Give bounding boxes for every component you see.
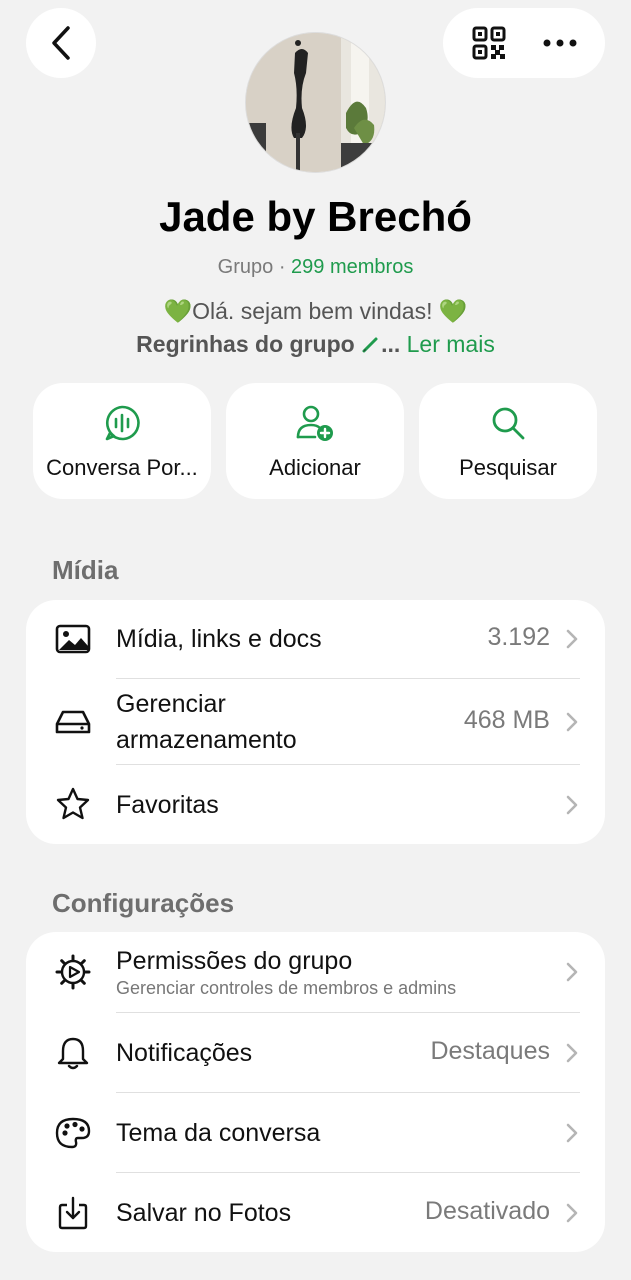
chevron-right-icon	[566, 962, 578, 982]
save-to-photos-value: Desativado	[424, 1197, 550, 1225]
mannequin-photo	[246, 33, 385, 172]
storage-icon	[55, 710, 91, 734]
download-icon	[58, 1196, 88, 1230]
chevron-right-icon	[566, 795, 578, 815]
group-rules-line: Regrinhas do grupo ... Ler mais	[0, 331, 631, 358]
header-actions	[443, 8, 605, 78]
rules-text: Regrinhas do grupo	[136, 331, 355, 357]
favorites-label: Favoritas	[116, 791, 219, 819]
members-link[interactable]: 299 membros	[291, 256, 413, 278]
chat-theme-label: Tema da conversa	[116, 1119, 321, 1147]
manage-storage-label: Gerenciar armazenamento	[116, 686, 297, 758]
search-label: Pesquisar	[459, 455, 557, 480]
media-count: 3.192	[487, 623, 550, 651]
notifications-value: Destaques	[430, 1037, 550, 1065]
add-member-button[interactable]: Adicionar	[226, 383, 404, 499]
gear-icon	[55, 954, 91, 990]
add-person-icon	[296, 405, 333, 441]
chevron-right-icon	[566, 1043, 578, 1063]
add-member-label: Adicionar	[269, 455, 361, 480]
group-permissions-sub: Gerenciar controles de membros e admins	[116, 978, 457, 998]
chevron-right-icon	[566, 712, 578, 732]
storage-size: 468 MB	[463, 706, 550, 734]
chevron-right-icon	[566, 629, 578, 649]
description-text: Olá. sejam bem vindas!	[192, 298, 439, 324]
read-more-link[interactable]: Ler mais	[407, 331, 495, 357]
search-button[interactable]: Pesquisar	[419, 383, 597, 499]
ellipsis-icon	[543, 39, 576, 47]
chevron-right-icon	[566, 1203, 578, 1223]
group-permissions-label: Permissões do grupo	[116, 947, 353, 975]
voice-chat-button[interactable]: Conversa Por...	[33, 383, 211, 499]
save-to-photos-label: Salvar no Fotos	[116, 1199, 292, 1227]
group-avatar[interactable]	[245, 32, 386, 173]
green-heart-emoji: 💚	[163, 298, 193, 324]
qr-code-button[interactable]	[461, 15, 517, 71]
settings-section-title: Configurações	[52, 888, 235, 918]
photo-icon	[55, 624, 91, 654]
manage-storage-label-line2: armazenamento	[116, 726, 297, 754]
group-name: Jade by Brechó	[159, 193, 472, 240]
notifications-row[interactable]: Notificações Destaques	[26, 1013, 605, 1093]
group-meta: Grupo · 299 membros	[0, 256, 631, 279]
group-type: Grupo	[217, 256, 274, 278]
rules-ellipsis: ...	[381, 331, 401, 357]
chevron-left-icon	[52, 26, 70, 60]
more-options-button[interactable]	[532, 15, 588, 71]
star-icon	[56, 787, 90, 820]
favorites-row[interactable]: Favoritas	[26, 765, 605, 844]
manage-storage-label-line1: Gerenciar	[116, 690, 226, 718]
bell-icon	[57, 1037, 89, 1070]
voice-chat-label: Conversa Por...	[46, 455, 198, 480]
media-links-docs-label: Mídia, links e docs	[116, 625, 322, 653]
search-icon	[492, 407, 525, 440]
media-section-title: Mídia	[52, 555, 119, 585]
group-permissions-row[interactable]: Permissões do grupo Gerenciar controles …	[26, 932, 605, 1012]
save-to-photos-row[interactable]: Salvar no Fotos Desativado	[26, 1173, 605, 1252]
settings-card: Permissões do grupo Gerenciar controles …	[26, 932, 605, 1252]
media-links-docs-row[interactable]: Mídia, links e docs 3.192	[26, 600, 605, 678]
media-card: Mídia, links e docs 3.192 Gerenciar arma…	[26, 600, 605, 844]
pencil-icon	[362, 337, 378, 353]
meta-separator: ·	[273, 256, 292, 278]
palette-icon	[55, 1117, 91, 1149]
chat-theme-row[interactable]: Tema da conversa	[26, 1093, 605, 1173]
qr-code-icon	[472, 26, 505, 60]
group-description: 💚Olá. sejam bem vindas! 💚	[0, 298, 631, 325]
notifications-label: Notificações	[116, 1039, 253, 1067]
chevron-right-icon	[566, 1123, 578, 1143]
green-heart-emoji-2: 💚	[438, 298, 468, 324]
back-button[interactable]	[26, 8, 96, 78]
voice-chat-icon	[105, 405, 140, 441]
manage-storage-row[interactable]: Gerenciar armazenamento 468 MB	[26, 679, 605, 764]
